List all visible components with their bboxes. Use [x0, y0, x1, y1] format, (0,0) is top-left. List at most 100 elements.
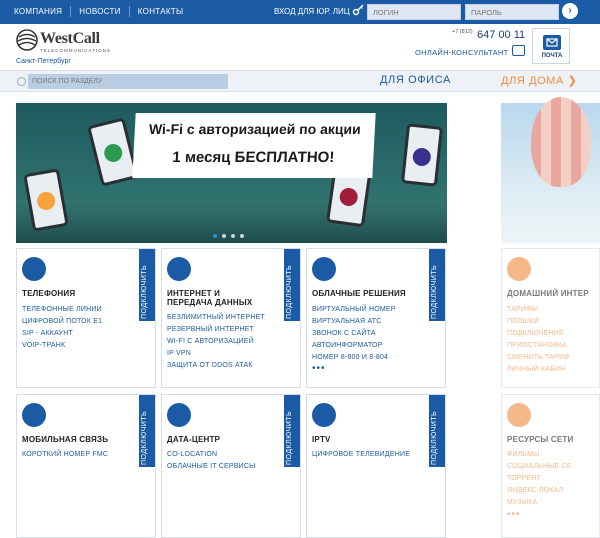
card-link[interactable]: VOIP-ТРАНК [22, 340, 102, 352]
card-title: ТЕЛЕФОНИЯ [22, 289, 76, 298]
card-link[interactable]: ФИЛЬМЫ [507, 449, 572, 461]
segment-office[interactable]: ДЛЯ ОФИСА [380, 74, 451, 86]
card-title: ОБЛАЧНЫЕ РЕШЕНИЯ [312, 289, 406, 298]
login-submit-button[interactable]: › [562, 3, 578, 19]
banner-dot[interactable] [231, 234, 235, 238]
connect-button[interactable]: ПОДКЛЮЧИТЬ [429, 249, 445, 321]
card-link[interactable]: WI-FI С АВТОРИЗАЦИЕЙ [167, 336, 265, 348]
card-link[interactable]: ЯНДЕКС ЛОКАЛ [507, 485, 572, 497]
connect-label: ПОДКЛЮЧИТЬ [286, 410, 293, 465]
connect-button[interactable]: ПОДКЛЮЧИТЬ [284, 395, 300, 467]
card-link[interactable]: ВИРТУАЛЬНАЯ АТС [312, 316, 396, 328]
card-links: ФИЛЬМЫ СОЦИАЛЬНЫЕ СЕ ТОРРЕНТ ЯНДЕКС ЛОКА… [507, 449, 572, 509]
card-link[interactable]: ЗАЩИТА ОТ DDOS АТАК [167, 360, 265, 372]
service-card-network-resources[interactable]: РЕСУРСЫ СЕТИ ФИЛЬМЫ СОЦИАЛЬНЫЕ СЕ ТОРРЕН… [501, 394, 600, 538]
nav-news[interactable]: НОВОСТИ [71, 6, 130, 17]
card-link[interactable]: ТАРИФЫ [507, 304, 570, 316]
banner-headline: Wi-Fi с авторизацией по акции 1 месяц БЕ… [132, 113, 376, 178]
antenna-icon [22, 403, 46, 427]
card-link[interactable]: РЕЗЕРВНЫЙ ИНТЕРНЕТ [167, 324, 265, 336]
card-link[interactable]: ЛИЧНЫЙ КАБИН [507, 364, 570, 376]
service-card-datacenter[interactable]: ПОДКЛЮЧИТЬ ДАТА-ЦЕНТР CO-LOCATION ОБЛАЧН… [161, 394, 301, 538]
card-link[interactable]: ОБЛАЧНЫЕ IT СЕРВИСЫ [167, 461, 255, 473]
connect-label: ПОДКЛЮЧИТЬ [286, 264, 293, 319]
promo-banner[interactable]: Wi-Fi с авторизацией по акции 1 месяц БЕ… [16, 103, 447, 243]
card-link[interactable]: ТЕЛЕФОННЫЕ ЛИНИИ [22, 304, 102, 316]
wifi-icon [411, 147, 432, 167]
wifi-icon [35, 190, 57, 212]
card-link[interactable]: КОРОТКИЙ НОМЕР FMC [22, 449, 108, 461]
banner-line-1: Wi-Fi с авторизацией по акции [148, 121, 362, 137]
service-card-home-internet[interactable]: ДОМАШНИЙ ИНТЕР ТАРИФЫ ПЛОШКИ ПОДКЛЮЧЕНИЕ… [501, 248, 600, 388]
login-input[interactable] [367, 4, 461, 20]
card-links: CO-LOCATION ОБЛАЧНЫЕ IT СЕРВИСЫ [167, 449, 255, 473]
card-links: ТАРИФЫ ПЛОШКИ ПОДКЛЮЧЕНИЕ ПРИОСТАНОВКА С… [507, 304, 570, 376]
connect-button[interactable]: ПОДКЛЮЧИТЬ [284, 249, 300, 321]
service-card-cloud[interactable]: ПОДКЛЮЧИТЬ ОБЛАЧНЫЕ РЕШЕНИЯ ВИРТУАЛЬНЫЙ … [306, 248, 446, 388]
card-link[interactable]: ТОРРЕНТ [507, 473, 572, 485]
top-nav: КОМПАНИЯ НОВОСТИ КОНТАКТЫ [14, 6, 191, 17]
connect-button[interactable]: ПОДКЛЮЧИТЬ [139, 395, 155, 467]
more-dots[interactable]: ••• [507, 509, 521, 520]
card-link[interactable]: ПЛОШКИ [507, 316, 570, 328]
search-icon [17, 77, 26, 86]
city-selector[interactable]: Санкт-Петербург [16, 58, 71, 65]
segment-home[interactable]: ДЛЯ ДОМА ❯ [501, 74, 577, 87]
service-card-telephony[interactable]: ПОДКЛЮЧИТЬ ТЕЛЕФОНИЯ ТЕЛЕФОННЫЕ ЛИНИИ ЦИ… [16, 248, 156, 388]
card-link[interactable]: ВИРТУАЛЬНЫЙ НОМЕР [312, 304, 396, 316]
service-card-internet[interactable]: ПОДКЛЮЧИТЬ ИНТЕРНЕТ И ПЕРЕДАЧА ДАННЫХ БЕ… [161, 248, 301, 388]
service-card-iptv[interactable]: ПОДКЛЮЧИТЬ IPTV ЦИФРОВОЕ ТЕЛЕВИДЕНИЕ [306, 394, 446, 538]
wifi-icon [338, 186, 359, 208]
chat-icon[interactable] [512, 45, 525, 56]
card-link[interactable]: SIP - АККАУНТ [22, 328, 102, 340]
online-consultant-link[interactable]: ОНЛАЙН-КОНСУЛЬТАНТ [415, 48, 509, 57]
card-link[interactable]: СМЕНИТЬ ТАРИФ [507, 352, 570, 364]
connect-button[interactable]: ПОДКЛЮЧИТЬ [429, 395, 445, 467]
card-title: МОБИЛЬНАЯ СВЯЗЬ [22, 435, 109, 444]
card-link[interactable]: IP VPN [167, 348, 265, 360]
mail-label: ПОЧТА [541, 53, 563, 59]
phone-illustration [400, 123, 444, 187]
connect-label: ПОДКЛЮЧИТЬ [431, 264, 438, 319]
section-search-input[interactable] [28, 74, 228, 89]
card-links: ВИРТУАЛЬНЫЙ НОМЕР ВИРТУАЛЬНАЯ АТС ЗВОНОК… [312, 304, 396, 364]
card-link[interactable]: ЦИФРОВОЙ ПОТОК Е1 [22, 316, 102, 328]
phone-number[interactable]: 647 00 11 [477, 29, 525, 41]
home-icon [507, 257, 531, 281]
chevron-right-icon: › [568, 5, 572, 16]
card-title: РЕСУРСЫ СЕТИ [507, 435, 574, 444]
banner-dot[interactable] [222, 234, 226, 238]
home-promo-banner[interactable] [501, 97, 600, 243]
card-link[interactable]: АВТОИНФОРМАТОР [312, 340, 396, 352]
key-icon [352, 4, 366, 18]
phone-icon [22, 257, 46, 281]
play-icon [507, 403, 531, 427]
card-link[interactable]: CO-LOCATION [167, 449, 255, 461]
card-link[interactable]: СОЦИАЛЬНЫЕ СЕ [507, 461, 572, 473]
connect-label: ПОДКЛЮЧИТЬ [431, 410, 438, 465]
card-links: КОРОТКИЙ НОМЕР FMC [22, 449, 108, 461]
logo-subtitle: TELECOMMUNICATIONS [40, 48, 111, 53]
globe-icon [167, 257, 191, 281]
card-links: ТЕЛЕФОННЫЕ ЛИНИИ ЦИФРОВОЙ ПОТОК Е1 SIP -… [22, 304, 102, 352]
mail-button[interactable]: ПОЧТА [532, 28, 570, 64]
card-title: ДАТА-ЦЕНТР [167, 435, 221, 444]
banner-dot[interactable] [240, 234, 244, 238]
banner-line-2: 1 месяц БЕСПЛАТНО! [171, 149, 335, 166]
top-bar: КОМПАНИЯ НОВОСТИ КОНТАКТЫ ВХОД ДЛЯ ЮР. Л… [0, 0, 600, 24]
card-link[interactable]: МУЗЫКА [507, 497, 572, 509]
card-link[interactable]: ЦИФРОВОЕ ТЕЛЕВИДЕНИЕ [312, 449, 410, 461]
connect-button[interactable]: ПОДКЛЮЧИТЬ [139, 249, 155, 321]
card-link[interactable]: БЕЗЛИМИТНЫЙ ИНТЕРНЕТ [167, 312, 265, 324]
service-card-mobile[interactable]: ПОДКЛЮЧИТЬ МОБИЛЬНАЯ СВЯЗЬ КОРОТКИЙ НОМЕ… [16, 394, 156, 538]
mail-icon [543, 35, 561, 50]
cloud-icon [312, 257, 336, 281]
nav-company[interactable]: КОМПАНИЯ [14, 6, 72, 17]
banner-dot[interactable] [213, 234, 217, 238]
more-dots[interactable]: ••• [312, 363, 326, 374]
card-link[interactable]: ПРИОСТАНОВКА [507, 340, 570, 352]
card-link[interactable]: ЗВОНОК С САЙТА [312, 328, 396, 340]
card-link[interactable]: ПОДКЛЮЧЕНИЕ [507, 328, 570, 340]
nav-contacts[interactable]: КОНТАКТЫ [130, 6, 192, 17]
password-input[interactable] [465, 4, 559, 20]
